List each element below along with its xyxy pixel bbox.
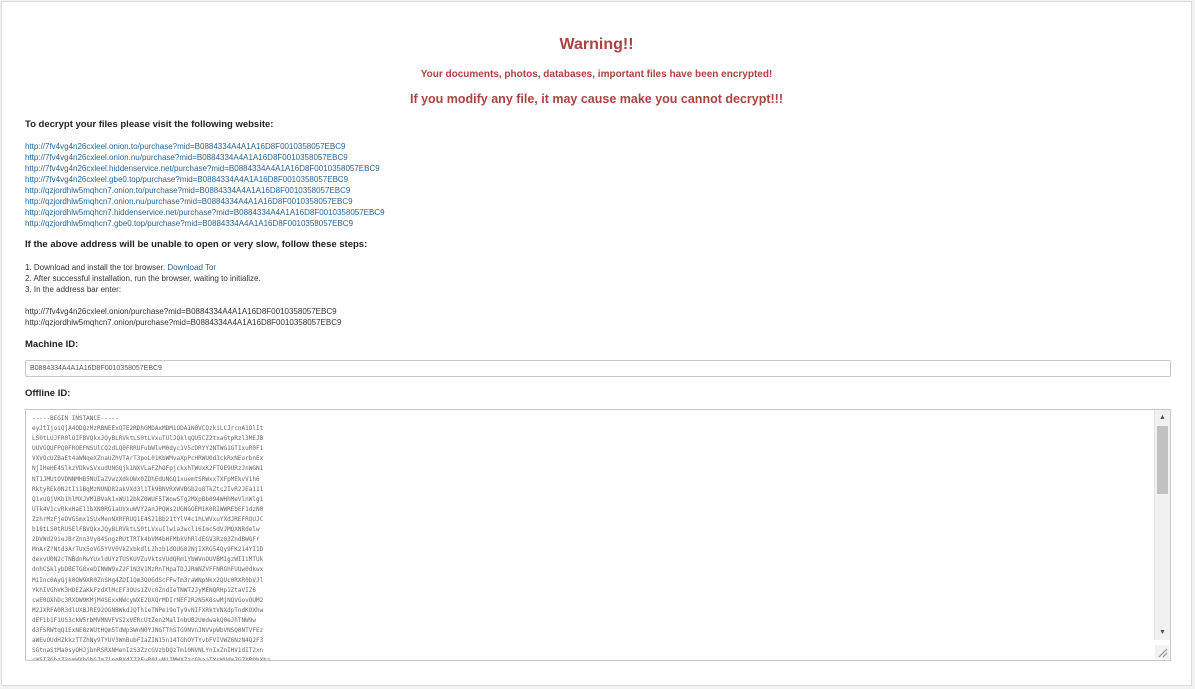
scrollbar-thumb[interactable] [1157, 426, 1168, 494]
tor-address: http://7fv4vg4n26cxleel.onion/purchase?m… [25, 307, 337, 316]
decrypt-link[interactable]: http://7fv4vg4n26cxleel.gbe0.top/purchas… [25, 174, 385, 185]
offline-id-text: -----BEGIN INSTANCE----- eyJtIjoiQjA4ODQ… [32, 415, 270, 660]
steps-list: 1. Download and install the tor browser.… [25, 262, 261, 295]
vertical-scrollbar[interactable]: ▲ ▼ [1154, 410, 1170, 640]
tor-address-list: http://7fv4vg4n26cxleel.onion/purchase?m… [25, 306, 341, 328]
decrypt-link[interactable]: http://7fv4vg4n26cxleel.onion.to/purchas… [25, 141, 385, 152]
encrypted-notice: Your documents, photos, databases, impor… [420, 69, 773, 80]
decrypt-link[interactable]: http://qzjordhlw5mqhcn7.hiddenservice.ne… [25, 207, 385, 218]
decrypt-link[interactable]: http://7fv4vg4n26cxleel.onion.nu/purchas… [25, 152, 385, 163]
decrypt-heading: To decrypt your files please visit the f… [25, 119, 274, 130]
modify-warning: If you modify any file, it may cause mak… [409, 92, 783, 106]
page-title: Warning!! [559, 36, 634, 53]
scroll-up-arrow-icon[interactable]: ▲ [1155, 410, 1170, 425]
step-1: 1. Download and install the tor browser.… [25, 262, 261, 273]
machine-id-field[interactable] [25, 360, 1171, 377]
decrypt-link[interactable]: http://qzjordhlw5mqhcn7.onion.to/purchas… [25, 185, 385, 196]
download-tor-link[interactable]: Download Tor [167, 263, 216, 272]
decrypt-link[interactable]: http://7fv4vg4n26cxleel.hiddenservice.ne… [25, 163, 385, 174]
scroll-down-arrow-icon[interactable]: ▼ [1155, 625, 1170, 640]
step-3: 3. In the address bar enter: [25, 285, 122, 294]
step-1-text: 1. Download and install the tor browser. [25, 263, 166, 272]
decrypt-link[interactable]: http://qzjordhlw5mqhcn7.onion.nu/purchas… [25, 196, 385, 207]
steps-heading: If the above address will be unable to o… [25, 239, 368, 250]
ransom-note-panel: Warning!! Your documents, photos, databa… [1, 1, 1192, 686]
resize-grip-icon[interactable] [1155, 645, 1169, 659]
tor-address: http://qzjordhlw5mqhcn7.onion/purchase?m… [25, 318, 342, 327]
offline-id-label: Offline ID: [25, 388, 71, 399]
decrypt-link[interactable]: http://qzjordhlw5mqhcn7.gbe0.top/purchas… [25, 218, 385, 229]
decrypt-link-list: http://7fv4vg4n26cxleel.onion.to/purchas… [25, 141, 385, 229]
machine-id-label: Machine ID: [25, 339, 79, 350]
step-2: 2. After successful installation, run th… [25, 274, 261, 283]
offline-id-textarea[interactable]: -----BEGIN INSTANCE----- eyJtIjoiQjA4ODQ… [25, 409, 1171, 661]
